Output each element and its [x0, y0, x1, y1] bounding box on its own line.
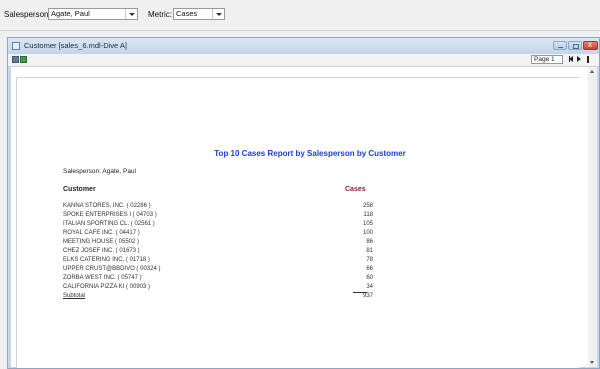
customer-name: ITALIAN SPORTING CL. ( 02561 ) — [63, 221, 155, 227]
minimize-button[interactable] — [553, 41, 567, 50]
salesperson-dropdown[interactable]: Agate, Paul — [48, 8, 138, 20]
table-row: SPOKE ENTERPRISES I ( 04703 ) 118 — [63, 211, 373, 220]
table-row: KANNA STORES, INC. ( 02286 ) 258 — [63, 202, 373, 211]
next-page-icon[interactable] — [577, 56, 581, 62]
window-titlebar[interactable]: Customer [sales_6.mdl-Dive A] — [8, 38, 599, 54]
chevron-down-icon[interactable] — [125, 9, 137, 19]
table-row: CALIFORNIA PIZZA KI ( 00903 ) 34 — [63, 283, 373, 292]
table-row: ROYAL CAFE INC. ( 04417 ) 100 — [63, 229, 373, 238]
close-button[interactable] — [583, 40, 598, 50]
report-title: Top 10 Cases Report by Salesperson by Cu… — [214, 149, 406, 158]
last-page-icon[interactable] — [587, 56, 589, 63]
customer-name: ELKS CATERING INC. ( 01718 ) — [63, 257, 150, 263]
cases-column-header: Cases — [345, 186, 366, 193]
cases-value: 66 — [366, 266, 373, 272]
window-title: Customer [sales_6.mdl-Dive A] — [24, 41, 127, 50]
page-selector[interactable]: Page 1 — [531, 55, 563, 64]
customer-name: SPOKE ENTERPRISES I ( 04703 ) — [63, 212, 157, 218]
subtotal-label: Subtotal — [63, 293, 86, 299]
vertical-scrollbar[interactable] — [588, 67, 597, 367]
customer-name: ZORBA WEST INC. ( 05747 ) — [63, 275, 142, 281]
table-row: MEETING HOUSE ( 05502 ) 86 — [63, 238, 373, 247]
table-row: UPPER CRUST@BBDIVO ( 00324 ) 66 — [63, 265, 373, 274]
salesperson-line: Salesperson: Agate, Paul — [63, 168, 136, 175]
chevron-down-icon[interactable] — [212, 9, 224, 19]
table-row: ITALIAN SPORTING CL. ( 02561 ) 105 — [63, 220, 373, 229]
window-icon — [12, 42, 20, 50]
salesperson-value: Agate, Paul — [51, 9, 90, 18]
table-row: ELKS CATERING INC. ( 01718 ) 78 — [63, 256, 373, 265]
customer-name: CHEZ JOSEF INC. ( 01673 ) — [63, 248, 140, 254]
cases-value: 258 — [362, 203, 373, 209]
customer-name: UPPER CRUST@BBDIVO ( 00324 ) — [63, 266, 161, 272]
cases-value: 105 — [362, 221, 373, 227]
table-row: ZORBA WEST INC. ( 05747 ) 60 — [63, 274, 373, 283]
subtotal-row: Subtotal 937 — [63, 292, 373, 301]
salesperson-label: Salesperson: — [4, 10, 51, 19]
customer-name: MEETING HOUSE ( 05502 ) — [63, 239, 140, 245]
export-icon[interactable] — [20, 56, 27, 63]
customer-name: ROYAL CAFE INC. ( 04417 ) — [63, 230, 140, 236]
customer-name: CALIFORNIA PIZZA KI ( 00903 ) — [63, 284, 151, 290]
metric-label: Metric: — [148, 10, 172, 19]
cases-value: 60 — [366, 275, 373, 281]
table-row: CHEZ JOSEF INC. ( 01673 ) 81 — [63, 247, 373, 256]
customer-column-header: Customer — [63, 186, 96, 193]
cases-value: 100 — [362, 230, 373, 236]
report-window: Customer [sales_6.mdl-Dive A] Page 1 Top… — [7, 37, 600, 369]
cases-value: 118 — [363, 212, 373, 218]
save-icon[interactable] — [12, 56, 19, 63]
customer-name: KANNA STORES, INC. ( 02286 ) — [63, 203, 151, 209]
divider — [0, 30, 600, 31]
maximize-button[interactable] — [568, 41, 582, 50]
report-toolbar: Page 1 — [8, 54, 599, 67]
cases-value: 34 — [366, 284, 373, 290]
cases-value: 78 — [366, 257, 373, 263]
report-viewport[interactable]: Top 10 Cases Report by Salesperson by Cu… — [11, 67, 589, 368]
metric-value: Cases — [176, 9, 198, 18]
cases-value: 86 — [366, 239, 373, 245]
cases-value: 81 — [366, 248, 373, 254]
report-page: Top 10 Cases Report by Salesperson by Cu… — [16, 77, 579, 368]
previous-page-icon[interactable] — [569, 56, 573, 62]
subtotal-value: 937 — [362, 293, 373, 299]
scroll-down-icon[interactable] — [590, 361, 594, 364]
scroll-up-icon[interactable] — [590, 70, 594, 73]
metric-dropdown[interactable]: Cases — [173, 8, 225, 20]
filter-bar: Salesperson: Agate, Paul Metric: Cases — [0, 0, 600, 34]
